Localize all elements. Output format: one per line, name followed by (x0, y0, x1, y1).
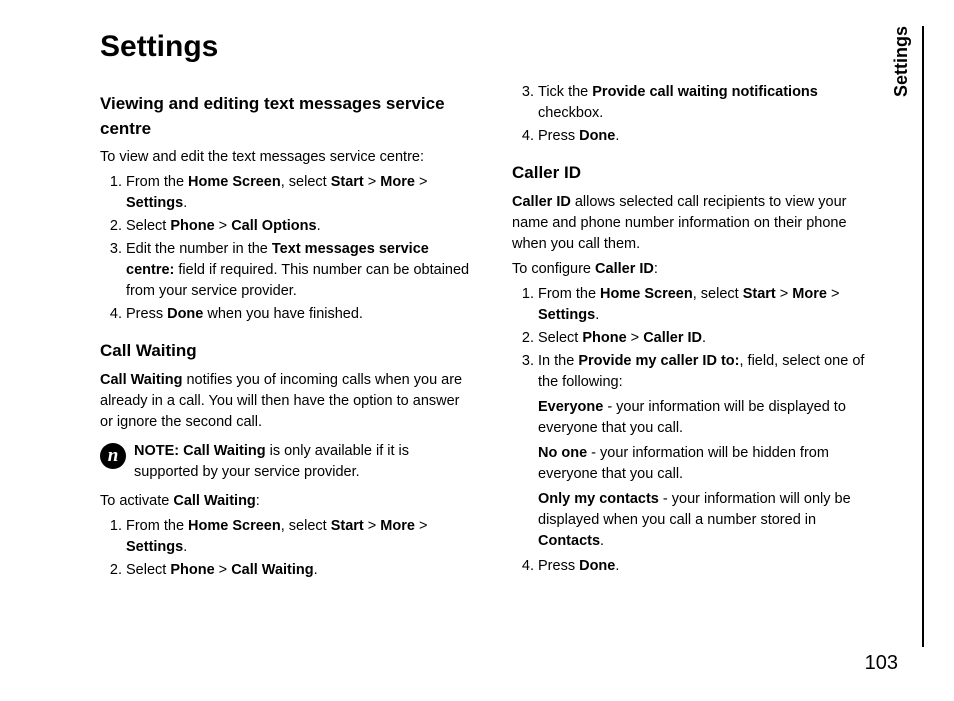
body-text: Call Waiting notifies you of incoming ca… (100, 370, 472, 433)
body-text: To configure Caller ID: (512, 259, 884, 280)
list-item: From the Home Screen, select Start > Mor… (126, 172, 472, 214)
manual-page: Settings Viewing and editing text messag… (0, 0, 954, 701)
steps-call-waiting-cont: Tick the Provide call waiting notificati… (512, 82, 884, 147)
page-number: 103 (865, 652, 898, 675)
side-section-label: Settings (891, 26, 912, 97)
section-heading-caller-id: Caller ID (512, 161, 884, 186)
list-item: Press Done when you have finished. (126, 304, 472, 325)
section-heading-call-waiting: Call Waiting (100, 339, 472, 364)
note-text: NOTE: Call Waiting is only available if … (134, 441, 472, 483)
list-item: From the Home Screen, select Start > Mor… (538, 284, 884, 326)
page-title: Settings (100, 30, 884, 64)
steps-call-waiting: From the Home Screen, select Start > Mor… (100, 516, 472, 581)
steps-caller-id: From the Home Screen, select Start > Mor… (512, 284, 884, 577)
list-item: Tick the Provide call waiting notificati… (538, 82, 884, 124)
intro-text: To view and edit the text messages servi… (100, 147, 472, 168)
list-item: Press Done. (538, 556, 884, 577)
steps-sms-centre: From the Home Screen, select Start > Mor… (100, 172, 472, 325)
right-column: Tick the Provide call waiting notificati… (512, 78, 884, 591)
note-block: n NOTE: Call Waiting is only available i… (100, 441, 472, 483)
option-text: Everyone - your information will be disp… (538, 397, 884, 552)
list-item: Select Phone > Caller ID. (538, 328, 884, 349)
left-column: Viewing and editing text messages servic… (100, 78, 472, 591)
content-columns: Viewing and editing text messages servic… (100, 78, 884, 591)
list-item: From the Home Screen, select Start > Mor… (126, 516, 472, 558)
section-heading-sms-centre: Viewing and editing text messages servic… (100, 92, 472, 141)
body-text: Caller ID allows selected call recipient… (512, 192, 884, 255)
list-item: Select Phone > Call Waiting. (126, 560, 472, 581)
side-tab: Settings (891, 26, 912, 671)
vertical-rule (922, 26, 924, 647)
body-text: To activate Call Waiting: (100, 491, 472, 512)
note-icon: n (100, 443, 126, 469)
list-item: Press Done. (538, 126, 884, 147)
list-item: Edit the number in the Text messages ser… (126, 239, 472, 302)
list-item: Select Phone > Call Options. (126, 216, 472, 237)
list-item: In the Provide my caller ID to:, field, … (538, 351, 884, 552)
